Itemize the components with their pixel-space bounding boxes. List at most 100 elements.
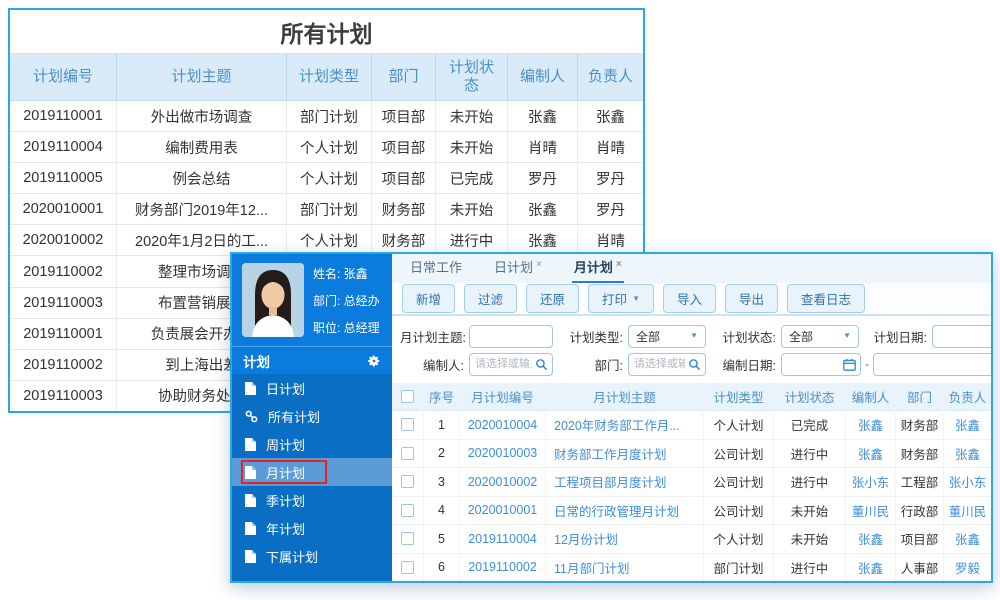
- cell-owner-link[interactable]: 张鑫: [944, 411, 991, 439]
- cell-status: 已完成: [436, 163, 508, 194]
- cell-plan-id-link[interactable]: 2020010002: [460, 468, 546, 496]
- month-plan-table: 序号 月计划编号 月计划主题 计划类型 计划状态 编制人 部门 负责人 1 202…: [392, 383, 991, 581]
- compiler-filter-field: [469, 352, 553, 376]
- filter-row-1: 月计划主题: 计划类型: 全部 ▼ 计划状态: 全部 ▼ 计划日期:: [392, 322, 991, 350]
- topic-filter-field: [469, 324, 553, 348]
- close-icon[interactable]: ×: [536, 259, 542, 270]
- cell-topic-link[interactable]: 2020年财务部工作月...: [546, 411, 704, 439]
- cell-topic-link[interactable]: 财务部工作月度计划: [546, 439, 704, 467]
- calendar-icon[interactable]: [843, 358, 856, 376]
- all-plans-table-header: 计划编号 计划主题 计划类型 部门 计划状态 编制人 负责人: [10, 54, 643, 101]
- cell-owner-link[interactable]: 张小东: [944, 468, 991, 496]
- cell-type: 部门计划: [287, 101, 372, 132]
- topic-filter-input[interactable]: [470, 325, 552, 347]
- cell-topic-link[interactable]: 日常的行政管理月计划: [546, 496, 704, 524]
- cell-id: 2019110002: [10, 349, 117, 380]
- cell-compiler-link[interactable]: 张鑫: [846, 553, 896, 581]
- select-all-checkbox[interactable]: [401, 390, 414, 403]
- sidebar-item-week-plan[interactable]: 周计划: [232, 430, 392, 458]
- search-icon[interactable]: [688, 358, 701, 376]
- tab-month-plan[interactable]: 月计划 ×: [571, 257, 624, 283]
- caret-down-icon: ▼: [690, 331, 698, 340]
- row-checkbox[interactable]: [401, 532, 414, 546]
- file-icon: [245, 381, 256, 395]
- user-profile: 姓名: 张鑫 部门: 总经办 职位: 总经理: [232, 254, 392, 346]
- cell-compiler-link[interactable]: 张鑫: [846, 525, 896, 553]
- filter-button[interactable]: 过滤: [464, 284, 518, 313]
- table-row: 6 2019110002 11月部门计划 部门计划 进行中 张鑫 人事部 罗毅: [392, 553, 991, 582]
- compile-date-end-input[interactable]: [874, 353, 991, 375]
- cell-status: 进行中: [774, 468, 846, 496]
- cell-topic-link[interactable]: 11月部门计划: [546, 553, 704, 581]
- profile-position: 职位: 总经理: [313, 320, 380, 335]
- import-button[interactable]: 导入: [662, 284, 716, 313]
- cell-status: 未开始: [774, 496, 846, 524]
- tab-bar: 日常工作 日计划 × 月计划 ×: [392, 254, 991, 283]
- sidebar-item-label: 所有计划: [268, 409, 321, 425]
- cell-plan-id-link[interactable]: 2019110004: [460, 525, 546, 553]
- cell-plan-id-link[interactable]: 2020010001: [460, 496, 546, 524]
- cell-owner-link[interactable]: 张鑫: [944, 525, 991, 553]
- cell-type: 个人计划: [287, 225, 372, 256]
- main-pane: 日常工作 日计划 × 月计划 × 新增 过滤 还原 打印 ▼ 导入 导出 查看日志 月…: [392, 254, 991, 581]
- sidebar-item-label: 日计划: [266, 381, 306, 397]
- cell-topic: 编制费用表: [117, 132, 287, 163]
- sidebar-item-day-plan[interactable]: 日计划: [232, 374, 392, 402]
- cell-owner-link[interactable]: 董川民: [944, 497, 991, 525]
- column-header-topic: 月计划主题: [546, 383, 704, 410]
- cell-no: 3: [424, 468, 460, 496]
- sidebar-item-label: 下属计划: [266, 549, 319, 565]
- cell-compiler-link[interactable]: 张鑫: [846, 411, 896, 439]
- cell-compiler-link[interactable]: 张鑫: [846, 439, 896, 467]
- plan-date-input[interactable]: [933, 325, 991, 347]
- sidebar-item-year-plan[interactable]: 年计划: [232, 514, 392, 542]
- row-checkbox[interactable]: [401, 475, 414, 489]
- export-button[interactable]: 导出: [725, 284, 779, 313]
- tab-day-plan[interactable]: 日计划 ×: [492, 257, 544, 283]
- tab-daily-work[interactable]: 日常工作: [408, 257, 464, 283]
- status-filter-select[interactable]: 全部 ▼: [781, 324, 859, 348]
- print-button[interactable]: 打印 ▼: [588, 284, 654, 313]
- sidebar: 姓名: 张鑫 部门: 总经办 职位: 总经理 计划 日计划 所有计划 周计划 月…: [232, 254, 392, 581]
- file-icon: [245, 549, 256, 563]
- cell-id: 2019110001: [10, 318, 117, 349]
- cell-no: 2: [424, 439, 460, 467]
- gear-icon[interactable]: [367, 354, 381, 368]
- close-icon[interactable]: ×: [616, 259, 622, 270]
- plan-date-filter-label: 计划日期:: [873, 330, 927, 345]
- cell-compiler: 张鑫: [508, 194, 578, 225]
- search-icon[interactable]: [535, 358, 548, 376]
- sidebar-item-all-plans[interactable]: 所有计划: [232, 402, 392, 430]
- column-header-no: 序号: [424, 383, 460, 410]
- cell-owner-link[interactable]: 罗毅: [944, 554, 991, 582]
- cell-plan-id-link[interactable]: 2020010004: [460, 411, 546, 439]
- cell-type: 部门计划: [704, 553, 774, 581]
- column-header-dept: 部门: [896, 383, 944, 410]
- cell-topic-link[interactable]: 工程项目部月度计划: [546, 468, 704, 496]
- type-filter-select[interactable]: 全部 ▼: [628, 324, 706, 348]
- sidebar-item-subordinate-plan[interactable]: 下属计划: [232, 542, 392, 570]
- cell-plan-id-link[interactable]: 2020010003: [460, 439, 546, 467]
- cell-status: 已完成: [774, 411, 846, 439]
- sidebar-item-month-plan[interactable]: 月计划: [232, 458, 392, 486]
- compile-date-end-field: [873, 352, 991, 376]
- cell-topic-link[interactable]: 12月份计划: [546, 525, 704, 553]
- cell-compiler-link[interactable]: 董川民: [846, 496, 896, 524]
- reset-button[interactable]: 还原: [526, 284, 580, 313]
- cell-owner-link[interactable]: 张鑫: [944, 440, 991, 468]
- cell-plan-id-link[interactable]: 2019110002: [460, 553, 546, 581]
- row-checkbox[interactable]: [401, 560, 414, 574]
- cell-type: 部门计划: [287, 194, 372, 225]
- view-log-button[interactable]: 查看日志: [787, 284, 866, 313]
- sidebar-item-quarter-plan[interactable]: 季计划: [232, 486, 392, 514]
- table-row: 2019110005 例会总结 个人计划 项目部 已完成 罗丹 罗丹: [10, 163, 643, 195]
- dept-filter-field: [628, 352, 706, 376]
- row-checkbox[interactable]: [401, 503, 414, 517]
- cell-dept: 项目部: [372, 132, 436, 163]
- add-button[interactable]: 新增: [402, 284, 456, 313]
- sidebar-item-label: 季计划: [266, 493, 306, 509]
- profile-department: 部门: 总经办: [313, 293, 380, 308]
- row-checkbox[interactable]: [401, 446, 414, 460]
- row-checkbox[interactable]: [401, 418, 414, 432]
- cell-compiler-link[interactable]: 张小东: [846, 468, 896, 496]
